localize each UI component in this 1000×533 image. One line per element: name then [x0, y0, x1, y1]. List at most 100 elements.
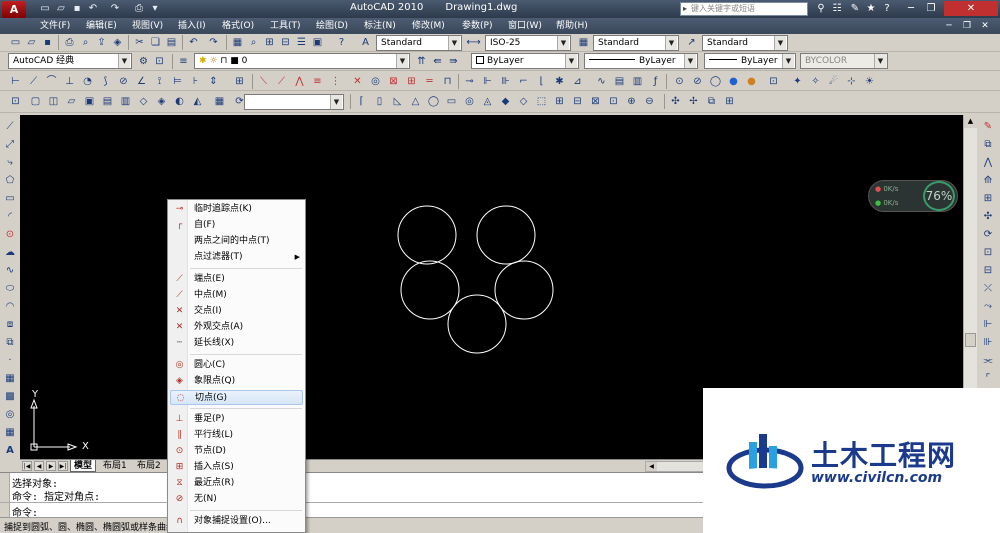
- paste-icon[interactable]: ▤: [164, 35, 179, 50]
- subtract-icon[interactable]: ⊖: [642, 94, 657, 109]
- maximize-button[interactable]: ❐: [922, 1, 940, 16]
- tab-prev-icon[interactable]: ◀: [34, 461, 44, 471]
- tab-layout2[interactable]: 布局2: [134, 460, 164, 472]
- offset-tool-icon[interactable]: ⟰: [980, 173, 996, 188]
- binoculars-icon[interactable]: ⚲: [814, 2, 828, 16]
- trim-tool-icon[interactable]: ⤫: [980, 281, 996, 296]
- hatch-icon[interactable]: ▦: [2, 371, 18, 386]
- menu-draw[interactable]: 绘图(D): [316, 19, 348, 33]
- extrude-icon[interactable]: ◭: [190, 94, 205, 109]
- doc-close-button[interactable]: ✕: [978, 19, 992, 33]
- layer-select[interactable]: ✱ ☼ ⊓ ■ 0: [194, 53, 410, 69]
- menu-format[interactable]: 格式(O): [222, 19, 254, 33]
- rectangle-icon[interactable]: ▭: [2, 191, 18, 206]
- workspace-select[interactable]: AutoCAD 经典: [8, 53, 132, 69]
- scroll-left-icon[interactable]: ◀: [646, 462, 657, 471]
- realistic-icon[interactable]: ◯: [708, 74, 723, 89]
- erase-tool-icon[interactable]: ✎: [980, 119, 996, 134]
- cut-icon[interactable]: ✂: [132, 35, 147, 50]
- solid-pyramid-icon[interactable]: ◬: [480, 94, 495, 109]
- ctx-midpoint[interactable]: ⟋ 中点(M): [170, 288, 303, 303]
- layer-match-icon[interactable]: ⊸: [462, 74, 477, 89]
- ctx-midpoint-between-two-points[interactable]: 两点之间的中点(T): [170, 234, 303, 249]
- distant-light-icon[interactable]: ☀: [862, 74, 877, 89]
- diameter-dim-icon[interactable]: ⊘: [116, 74, 131, 89]
- drawn-circle-3[interactable]: [400, 260, 460, 320]
- extend-icon[interactable]: ⊓: [440, 74, 455, 89]
- cylinder-icon[interactable]: ▤: [100, 94, 115, 109]
- zoom-previous-icon[interactable]: ⊟: [278, 35, 293, 50]
- planar-surface-icon[interactable]: ◇: [516, 94, 531, 109]
- press-pull-icon[interactable]: ⊞: [552, 94, 567, 109]
- light-list-icon[interactable]: ✧: [808, 74, 823, 89]
- open-file-icon[interactable]: ▱: [24, 35, 39, 50]
- zoom-realtime-icon[interactable]: ⌕: [246, 35, 261, 50]
- move-3d-icon[interactable]: ✣: [668, 94, 683, 109]
- pyramid-icon[interactable]: ◇: [136, 94, 151, 109]
- ctx-endpoint[interactable]: ⟋ 端点(E): [170, 272, 303, 287]
- pan-icon[interactable]: ▦: [230, 35, 245, 50]
- torus-icon[interactable]: ▥: [118, 94, 133, 109]
- rotate-tool-icon[interactable]: ⟳: [980, 227, 996, 242]
- polygon-icon[interactable]: ⬠: [2, 173, 18, 188]
- design-center-icon[interactable]: ▣: [310, 35, 325, 50]
- doc-restore-button[interactable]: ❐: [960, 19, 974, 33]
- spotlight-icon[interactable]: ☄: [826, 74, 841, 89]
- text-style-select[interactable]: Standard: [376, 35, 462, 51]
- chamfer-tool-icon[interactable]: ⌜: [980, 371, 996, 386]
- properties-icon[interactable]: ☰: [294, 35, 309, 50]
- solid-cylinder-icon[interactable]: ▭: [444, 94, 459, 109]
- mtext-icon[interactable]: A: [2, 443, 18, 458]
- offset-icon[interactable]: ≡: [310, 74, 325, 89]
- explode-icon[interactable]: ✱: [552, 74, 567, 89]
- spline-icon[interactable]: ∿: [2, 263, 18, 278]
- materials-icon[interactable]: ●: [744, 74, 759, 89]
- helix-icon[interactable]: ◈: [154, 94, 169, 109]
- solid-torus-icon[interactable]: ◎: [462, 94, 477, 109]
- rotate-icon[interactable]: ◎: [368, 74, 383, 89]
- save-icon[interactable]: ▪: [70, 2, 84, 16]
- move-icon[interactable]: ✕: [350, 74, 365, 89]
- multileader-style-select[interactable]: Standard: [702, 35, 788, 51]
- tab-next-icon[interactable]: ▶: [46, 461, 56, 471]
- table-style-select[interactable]: Standard: [593, 35, 679, 51]
- ctx-insert[interactable]: ⊞ 插入点(S): [170, 460, 303, 475]
- gradient-icon[interactable]: ▩: [2, 389, 18, 404]
- redo-icon[interactable]: ↷: [108, 2, 122, 16]
- cone-icon[interactable]: ▱: [64, 94, 79, 109]
- drawn-circle-2[interactable]: [476, 205, 536, 265]
- edit-hatch-icon[interactable]: ▤: [612, 74, 627, 89]
- undo-icon[interactable]: ↶: [86, 2, 100, 16]
- solid-wedge-icon[interactable]: ◺: [390, 94, 405, 109]
- tab-last-icon[interactable]: ▶|: [58, 461, 68, 471]
- stretch-tool-icon[interactable]: ⊟: [980, 263, 996, 278]
- array-icon[interactable]: ⋮: [328, 74, 343, 89]
- polyline-icon[interactable]: ⤷: [2, 155, 18, 170]
- open-icon[interactable]: ▱: [54, 2, 68, 16]
- layer-manager-icon[interactable]: ≡: [176, 54, 191, 69]
- ctx-temporary-track-point[interactable]: ⊸ 临时追踪点(K): [170, 202, 303, 217]
- edit-attribute-icon[interactable]: ƒ: [648, 74, 663, 89]
- drawn-circle-1[interactable]: [397, 205, 457, 265]
- revolve-icon[interactable]: ▦: [212, 94, 227, 109]
- ellipse-arc-icon[interactable]: ◠: [2, 299, 18, 314]
- insert-block-icon[interactable]: ⧈: [2, 317, 18, 332]
- stretch-icon[interactable]: ⊞: [404, 74, 419, 89]
- chamfer-icon[interactable]: ⌐: [516, 74, 531, 89]
- tab-layout1[interactable]: 布局1: [100, 460, 130, 472]
- solid-sphere-icon[interactable]: ◯: [426, 94, 441, 109]
- tolerance-icon[interactable]: ⊞: [232, 74, 247, 89]
- aligned-dim-icon[interactable]: ⟋: [26, 74, 41, 89]
- scale-icon[interactable]: ⊠: [386, 74, 401, 89]
- ctx-quadrant[interactable]: ◈ 象限点(Q): [170, 374, 303, 389]
- edit-spline-icon[interactable]: ∿: [594, 74, 609, 89]
- ctx-osnap-settings[interactable]: ∩ 对象捕捉设置(O)...: [170, 514, 303, 529]
- continue-icon[interactable]: ⊦: [188, 74, 203, 89]
- ctx-perpendicular[interactable]: ⊥ 垂足(P): [170, 412, 303, 427]
- app-menu-button[interactable]: A: [2, 1, 26, 18]
- solid-box-icon[interactable]: ▯: [372, 94, 387, 109]
- table-style-icon[interactable]: ▦: [576, 35, 591, 50]
- line-icon[interactable]: ⟋: [2, 119, 18, 134]
- make-block-icon[interactable]: ⧉: [2, 335, 18, 350]
- solid-cone-icon[interactable]: △: [408, 94, 423, 109]
